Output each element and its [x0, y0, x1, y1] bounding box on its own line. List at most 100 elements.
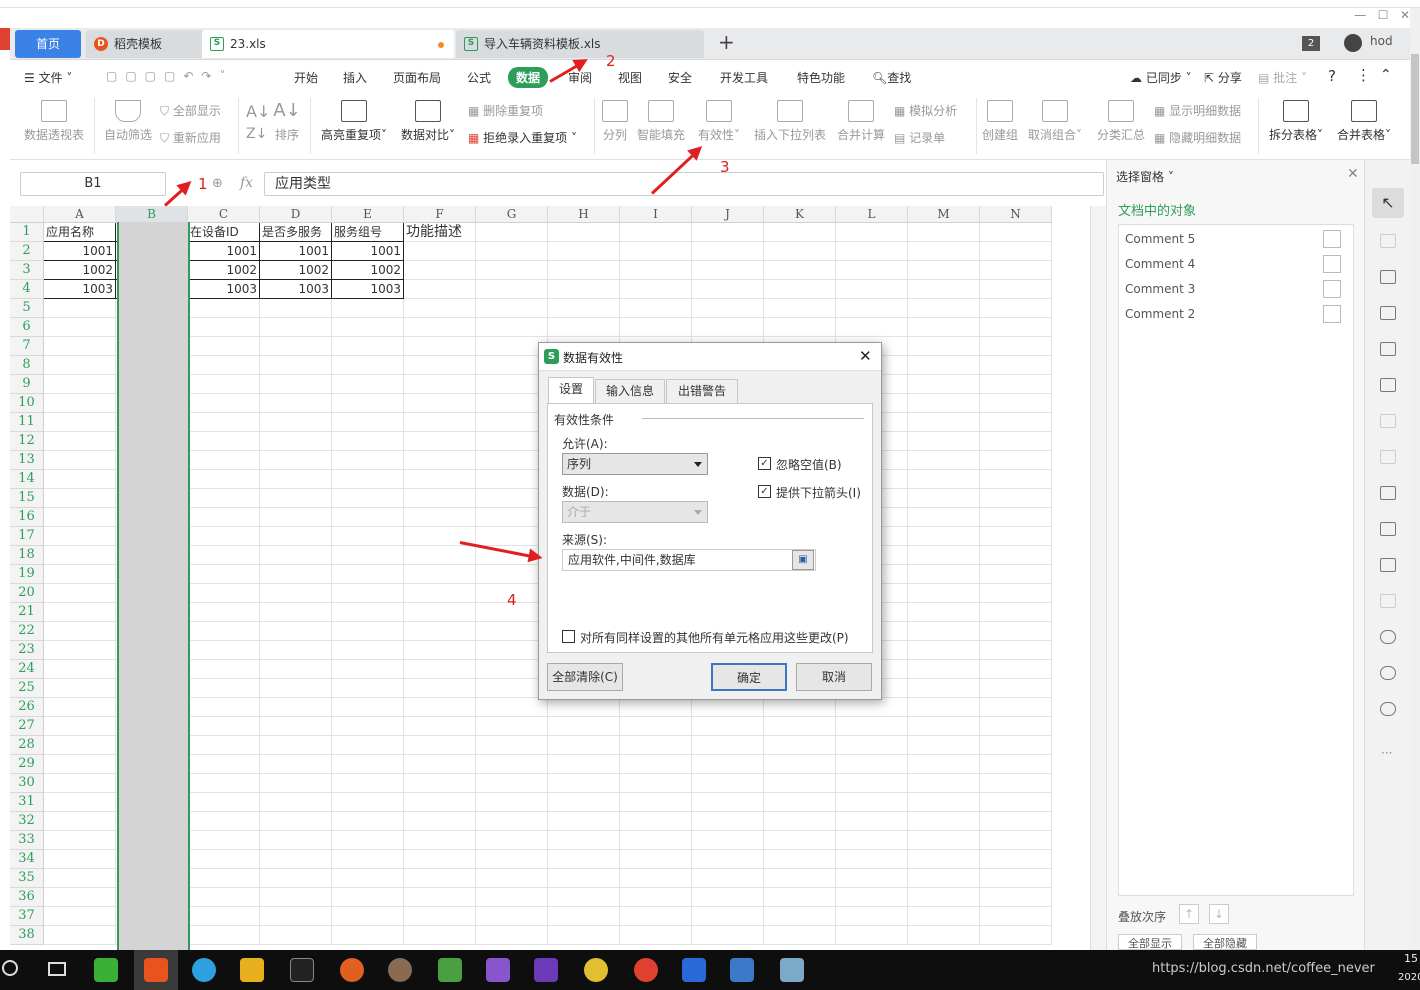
cell[interactable]	[764, 812, 836, 831]
table-icon[interactable]	[1380, 306, 1396, 320]
cell[interactable]	[332, 907, 404, 926]
cell[interactable]	[980, 394, 1052, 413]
cell[interactable]	[908, 793, 980, 812]
row-header[interactable]: 6	[10, 318, 44, 337]
cell[interactable]	[692, 318, 764, 337]
column-header-f[interactable]: F	[404, 206, 476, 223]
cortana-icon[interactable]	[2, 960, 18, 976]
cell[interactable]	[980, 565, 1052, 584]
cell[interactable]	[44, 831, 116, 850]
cell[interactable]	[44, 755, 116, 774]
cell[interactable]	[404, 584, 476, 603]
maximize-icon[interactable]: ☐	[1378, 8, 1389, 22]
delete-duplicates-button[interactable]: ▦ 删除重复项	[468, 102, 543, 119]
cell[interactable]	[476, 907, 548, 926]
visual-studio-icon[interactable]	[534, 958, 558, 982]
insert-dropdown-button[interactable]: 插入下拉列表	[752, 100, 828, 143]
cell[interactable]	[332, 375, 404, 394]
select-all-corner[interactable]	[10, 206, 44, 223]
cell[interactable]	[908, 261, 980, 280]
picture-icon[interactable]	[1380, 594, 1396, 608]
cell[interactable]	[908, 660, 980, 679]
cell[interactable]	[764, 926, 836, 945]
record-button[interactable]: ▤ 记录单	[894, 129, 945, 146]
hide-detail-button[interactable]: ▦ 隐藏明细数据	[1154, 129, 1241, 146]
menu-file[interactable]: ☰ 文件 ˅	[24, 69, 72, 86]
cell[interactable]	[980, 280, 1052, 299]
object-list-item[interactable]: Comment 2	[1125, 307, 1195, 321]
row-header[interactable]: 28	[10, 736, 44, 755]
cell[interactable]	[260, 698, 332, 717]
cell[interactable]	[836, 869, 908, 888]
row-header[interactable]: 27	[10, 717, 44, 736]
cell[interactable]	[44, 869, 116, 888]
cell[interactable]	[404, 299, 476, 318]
show-all-button[interactable]: ⛉ 全部显示	[160, 102, 221, 119]
tab-error-alert[interactable]: 出错警告	[666, 379, 738, 403]
cell[interactable]	[836, 812, 908, 831]
cell[interactable]	[188, 736, 260, 755]
cell[interactable]	[908, 489, 980, 508]
row-header[interactable]: 8	[10, 356, 44, 375]
cell[interactable]	[404, 679, 476, 698]
cell[interactable]	[188, 679, 260, 698]
cell[interactable]	[44, 736, 116, 755]
cell[interactable]	[908, 242, 980, 261]
cell[interactable]	[908, 451, 980, 470]
cell[interactable]	[44, 565, 116, 584]
spreadsheet-app-icon[interactable]	[438, 958, 462, 982]
cell[interactable]	[44, 470, 116, 489]
cell[interactable]	[44, 527, 116, 546]
cancel-button[interactable]: 取消	[796, 663, 872, 691]
row-header[interactable]: 13	[10, 451, 44, 470]
help-icon[interactable]: ?	[1328, 67, 1336, 85]
cell[interactable]	[548, 793, 620, 812]
cell[interactable]	[260, 413, 332, 432]
row-header[interactable]: 24	[10, 660, 44, 679]
cell[interactable]	[476, 717, 548, 736]
row-header[interactable]: 15	[10, 489, 44, 508]
cell[interactable]	[908, 527, 980, 546]
cell[interactable]	[404, 470, 476, 489]
cell[interactable]	[260, 451, 332, 470]
cell[interactable]	[44, 337, 116, 356]
cell[interactable]: 1001	[260, 242, 332, 261]
cell[interactable]	[260, 603, 332, 622]
cell[interactable]	[620, 698, 692, 717]
cell[interactable]	[692, 698, 764, 717]
row-header[interactable]: 38	[10, 926, 44, 945]
apps-icon[interactable]	[1380, 342, 1396, 356]
cell[interactable]	[44, 660, 116, 679]
cell[interactable]	[908, 717, 980, 736]
clear-all-button[interactable]: 全部清除(C)	[547, 663, 623, 691]
row-header[interactable]: 29	[10, 755, 44, 774]
cell[interactable]	[620, 888, 692, 907]
cell[interactable]	[980, 869, 1052, 888]
cell[interactable]	[836, 793, 908, 812]
cell[interactable]	[908, 565, 980, 584]
cell[interactable]	[188, 489, 260, 508]
cell[interactable]	[764, 850, 836, 869]
cell[interactable]	[836, 261, 908, 280]
cell[interactable]	[44, 698, 116, 717]
row-header[interactable]: 10	[10, 394, 44, 413]
cell[interactable]	[260, 660, 332, 679]
cell[interactable]	[764, 698, 836, 717]
cell[interactable]	[476, 261, 548, 280]
row-header[interactable]: 33	[10, 831, 44, 850]
sort-asc-icon[interactable]: A↓	[246, 102, 270, 121]
cell[interactable]	[908, 299, 980, 318]
menu-formula[interactable]: 公式	[467, 69, 491, 86]
cell[interactable]	[908, 812, 980, 831]
cell[interactable]	[980, 698, 1052, 717]
column-header-a[interactable]: A	[44, 206, 116, 223]
cell[interactable]	[188, 470, 260, 489]
cell[interactable]	[836, 223, 908, 242]
cell[interactable]	[332, 318, 404, 337]
bring-forward-icon[interactable]: ↑	[1179, 904, 1199, 924]
cell[interactable]	[404, 318, 476, 337]
cell[interactable]	[260, 622, 332, 641]
cell[interactable]	[260, 299, 332, 318]
scroll-thumb[interactable]	[1411, 54, 1419, 164]
cell[interactable]	[692, 774, 764, 793]
